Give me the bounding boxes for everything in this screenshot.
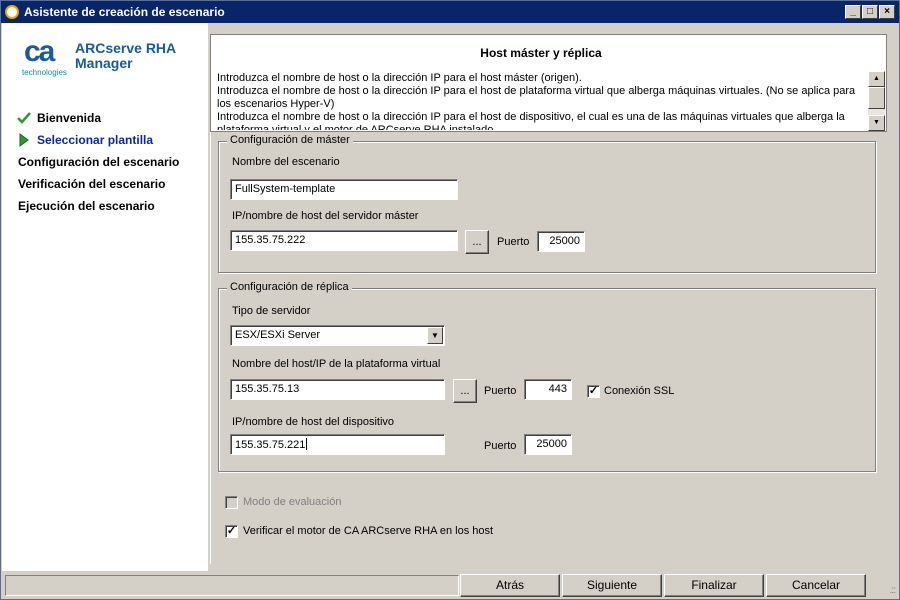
evaluation-mode-label: Modo de evaluación	[243, 496, 342, 508]
wizard-steps-panel: ca technologies ARCserve RHA Manager Bie…	[2, 23, 208, 571]
ssl-label: Conexión SSL	[604, 385, 675, 397]
master-host-label: IP/nombre de host del servidor máster	[232, 210, 419, 222]
master-host-input[interactable]: 155.35.75.222	[230, 230, 458, 251]
virtual-port-input[interactable]: 443	[524, 379, 572, 400]
page-header: Host máster y réplica Introduzca el nomb…	[210, 34, 887, 132]
cancel-button[interactable]: Cancelar	[766, 574, 866, 597]
master-port-label: Puerto	[497, 236, 530, 248]
nav-step-ejecucion: Ejecución del escenario	[18, 199, 155, 213]
description-line: Introduzca el nombre de host o la direcc…	[217, 111, 845, 130]
ssl-checkbox[interactable]: ✓	[587, 385, 600, 398]
server-type-select[interactable]: ESX/ESXi Server ▼	[230, 325, 445, 346]
ca-logo: ca	[24, 35, 55, 68]
master-port-input[interactable]: 25000	[537, 231, 585, 252]
finish-button[interactable]: Finalizar	[664, 574, 764, 597]
master-config-legend: Configuración de máster	[227, 134, 353, 146]
nav-step-verificacion: Verificación del escenario	[18, 177, 166, 191]
product-name: ARCserve RHA Manager	[75, 41, 195, 71]
status-bar	[5, 575, 459, 596]
description-line: Introduzca el nombre de host o la direcc…	[217, 72, 582, 84]
virtual-host-browse-button[interactable]: ...	[453, 379, 477, 403]
page-description: Introduzca el nombre de host o la direcc…	[217, 72, 867, 130]
maximize-button[interactable]: □	[862, 5, 878, 19]
virtual-port-label: Puerto	[484, 385, 517, 397]
replica-config-legend: Configuración de réplica	[227, 281, 352, 293]
wizard-window: Asistente de creación de escenario _ □ ×…	[0, 0, 900, 600]
nav-step-bienvenida: Bienvenida	[37, 111, 102, 125]
back-button[interactable]: Atrás	[460, 574, 560, 597]
verify-engine-checkbox[interactable]: ✓	[225, 525, 238, 538]
product-name-line1: ARCserve RHA	[75, 40, 177, 56]
title-bar[interactable]: Asistente de creación de escenario _ □ ×	[1, 1, 899, 23]
scroll-down-icon[interactable]: ▼	[868, 115, 885, 131]
master-browse-button[interactable]: ...	[465, 230, 489, 254]
ca-logo-subtext: technologies	[22, 68, 67, 77]
description-scrollbar[interactable]: ▲ ▼	[868, 71, 885, 131]
page-title: Host máster y réplica	[480, 46, 602, 60]
close-button[interactable]: ×	[879, 5, 895, 19]
description-line: Introduzca el nombre de host o la direcc…	[217, 85, 856, 110]
verify-engine-label: Verificar el motor de CA ARCserve RHA en…	[243, 525, 494, 537]
product-name-line2: Manager	[75, 55, 133, 71]
minimize-button[interactable]: _	[845, 5, 861, 19]
next-button[interactable]: Siguiente	[562, 574, 662, 597]
arrow-right-icon	[19, 133, 29, 147]
appliance-port-label: Puerto	[484, 440, 517, 452]
appliance-host-label: IP/nombre de host del dispositivo	[232, 416, 395, 428]
server-type-value: ESX/ESXi Server	[235, 329, 320, 341]
virtual-host-label: Nombre del host/IP de la plataforma virt…	[232, 358, 441, 370]
chevron-down-icon[interactable]: ▼	[427, 327, 443, 344]
virtual-host-input[interactable]: 155.35.75.13	[230, 379, 445, 400]
scenario-name-label: Nombre del escenario	[232, 156, 340, 168]
window-title: Asistente de creación de escenario	[24, 5, 225, 19]
resize-grip-icon[interactable]: .::	[890, 585, 896, 596]
text-caret	[306, 438, 308, 450]
scroll-thumb[interactable]	[868, 87, 885, 109]
app-icon	[5, 5, 19, 19]
appliance-port-input[interactable]: 25000	[524, 434, 572, 455]
nav-step-seleccionar-plantilla: Seleccionar plantilla	[37, 133, 154, 147]
nav-step-configuracion: Configuración del escenario	[18, 155, 180, 169]
scenario-name-input[interactable]: FullSystem-template	[230, 179, 458, 200]
scroll-up-icon[interactable]: ▲	[868, 71, 885, 87]
appliance-host-input[interactable]: 155.35.75.221	[230, 434, 445, 455]
evaluation-mode-checkbox[interactable]	[225, 496, 238, 509]
server-type-label: Tipo de servidor	[232, 305, 311, 317]
appliance-host-value: 155.35.75.221	[235, 439, 306, 451]
checkmark-icon	[17, 112, 31, 124]
